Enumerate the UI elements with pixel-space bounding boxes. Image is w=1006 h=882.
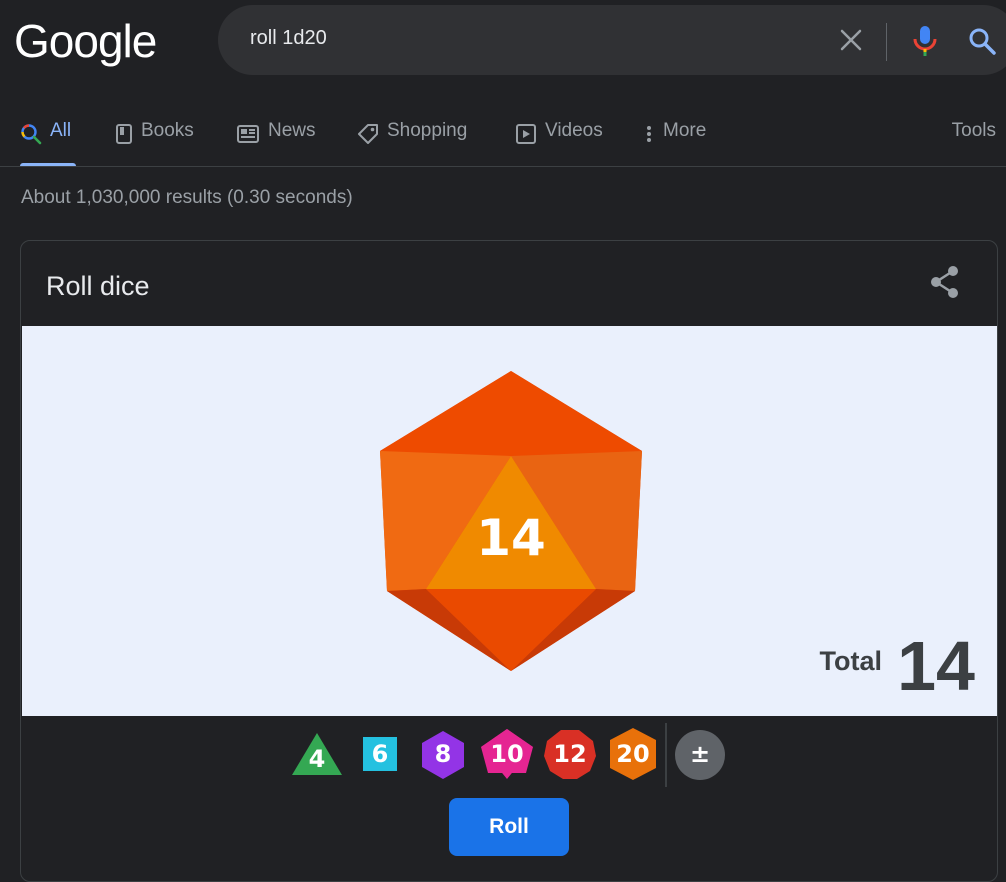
tab-news[interactable]: News	[236, 120, 316, 166]
play-icon	[516, 124, 536, 144]
d8-label: 8	[434, 740, 452, 768]
dice-selector: 4 6 8 10 12 20 ±	[21, 723, 997, 793]
search-input[interactable]: roll 1d20	[250, 27, 327, 50]
tab-books[interactable]: Books	[115, 120, 194, 166]
dice-divider	[665, 723, 667, 787]
d20-button[interactable]: 20	[604, 723, 662, 785]
tab-all[interactable]: All	[20, 120, 76, 166]
tab-videos[interactable]: Videos	[515, 120, 603, 166]
modifier-button[interactable]: ±	[671, 723, 729, 785]
tab-label: All	[50, 120, 72, 141]
d6-button[interactable]: 6	[351, 723, 409, 785]
tab-label: Shopping	[387, 120, 468, 141]
d20-label: 20	[616, 740, 650, 768]
tab-label: News	[268, 120, 316, 141]
d12-button[interactable]: 12	[541, 723, 599, 785]
dice-roller-card: Roll dice 14 Total 14 4 6 8 10 12 20 ± R…	[20, 240, 998, 882]
tag-icon	[358, 124, 378, 144]
search-icon[interactable]	[968, 27, 996, 55]
d12-label: 12	[553, 740, 587, 768]
d4-label: 4	[308, 745, 326, 773]
google-logo[interactable]: Google	[14, 14, 157, 68]
tab-label: Videos	[545, 120, 603, 141]
d4-button[interactable]: 4	[288, 723, 346, 785]
roll-button[interactable]: Roll	[449, 798, 569, 856]
clear-icon[interactable]	[838, 27, 864, 53]
d10-button[interactable]: 10	[478, 723, 536, 785]
rolled-value: 14	[476, 509, 546, 567]
tab-label: Books	[141, 120, 194, 141]
dice-stage: 14 Total 14	[22, 326, 997, 716]
share-icon[interactable]	[929, 265, 961, 299]
tab-label: More	[663, 120, 707, 141]
d8-button[interactable]: 8	[414, 723, 472, 785]
more-vert-icon	[647, 126, 651, 142]
microphone-icon[interactable]	[912, 25, 938, 57]
search-box[interactable]: roll 1d20	[218, 5, 1006, 75]
tab-more[interactable]: More	[643, 120, 706, 166]
d6-label: 6	[371, 740, 389, 768]
search-divider	[886, 23, 887, 61]
book-icon	[116, 124, 132, 144]
result-stats: About 1,030,000 results (0.30 seconds)	[21, 187, 353, 208]
modifier-label: ±	[689, 740, 711, 768]
total-label: Total	[819, 646, 883, 676]
tools-button[interactable]: Tools	[952, 120, 996, 142]
card-title: Roll dice	[46, 271, 150, 301]
total-value: 14	[897, 627, 975, 705]
news-icon	[237, 125, 259, 143]
d10-label: 10	[490, 740, 524, 768]
tab-shopping[interactable]: Shopping	[357, 120, 467, 166]
search-tabs: All Books News Shopping Videos More Tool…	[0, 112, 1006, 167]
search-icon	[21, 124, 42, 145]
